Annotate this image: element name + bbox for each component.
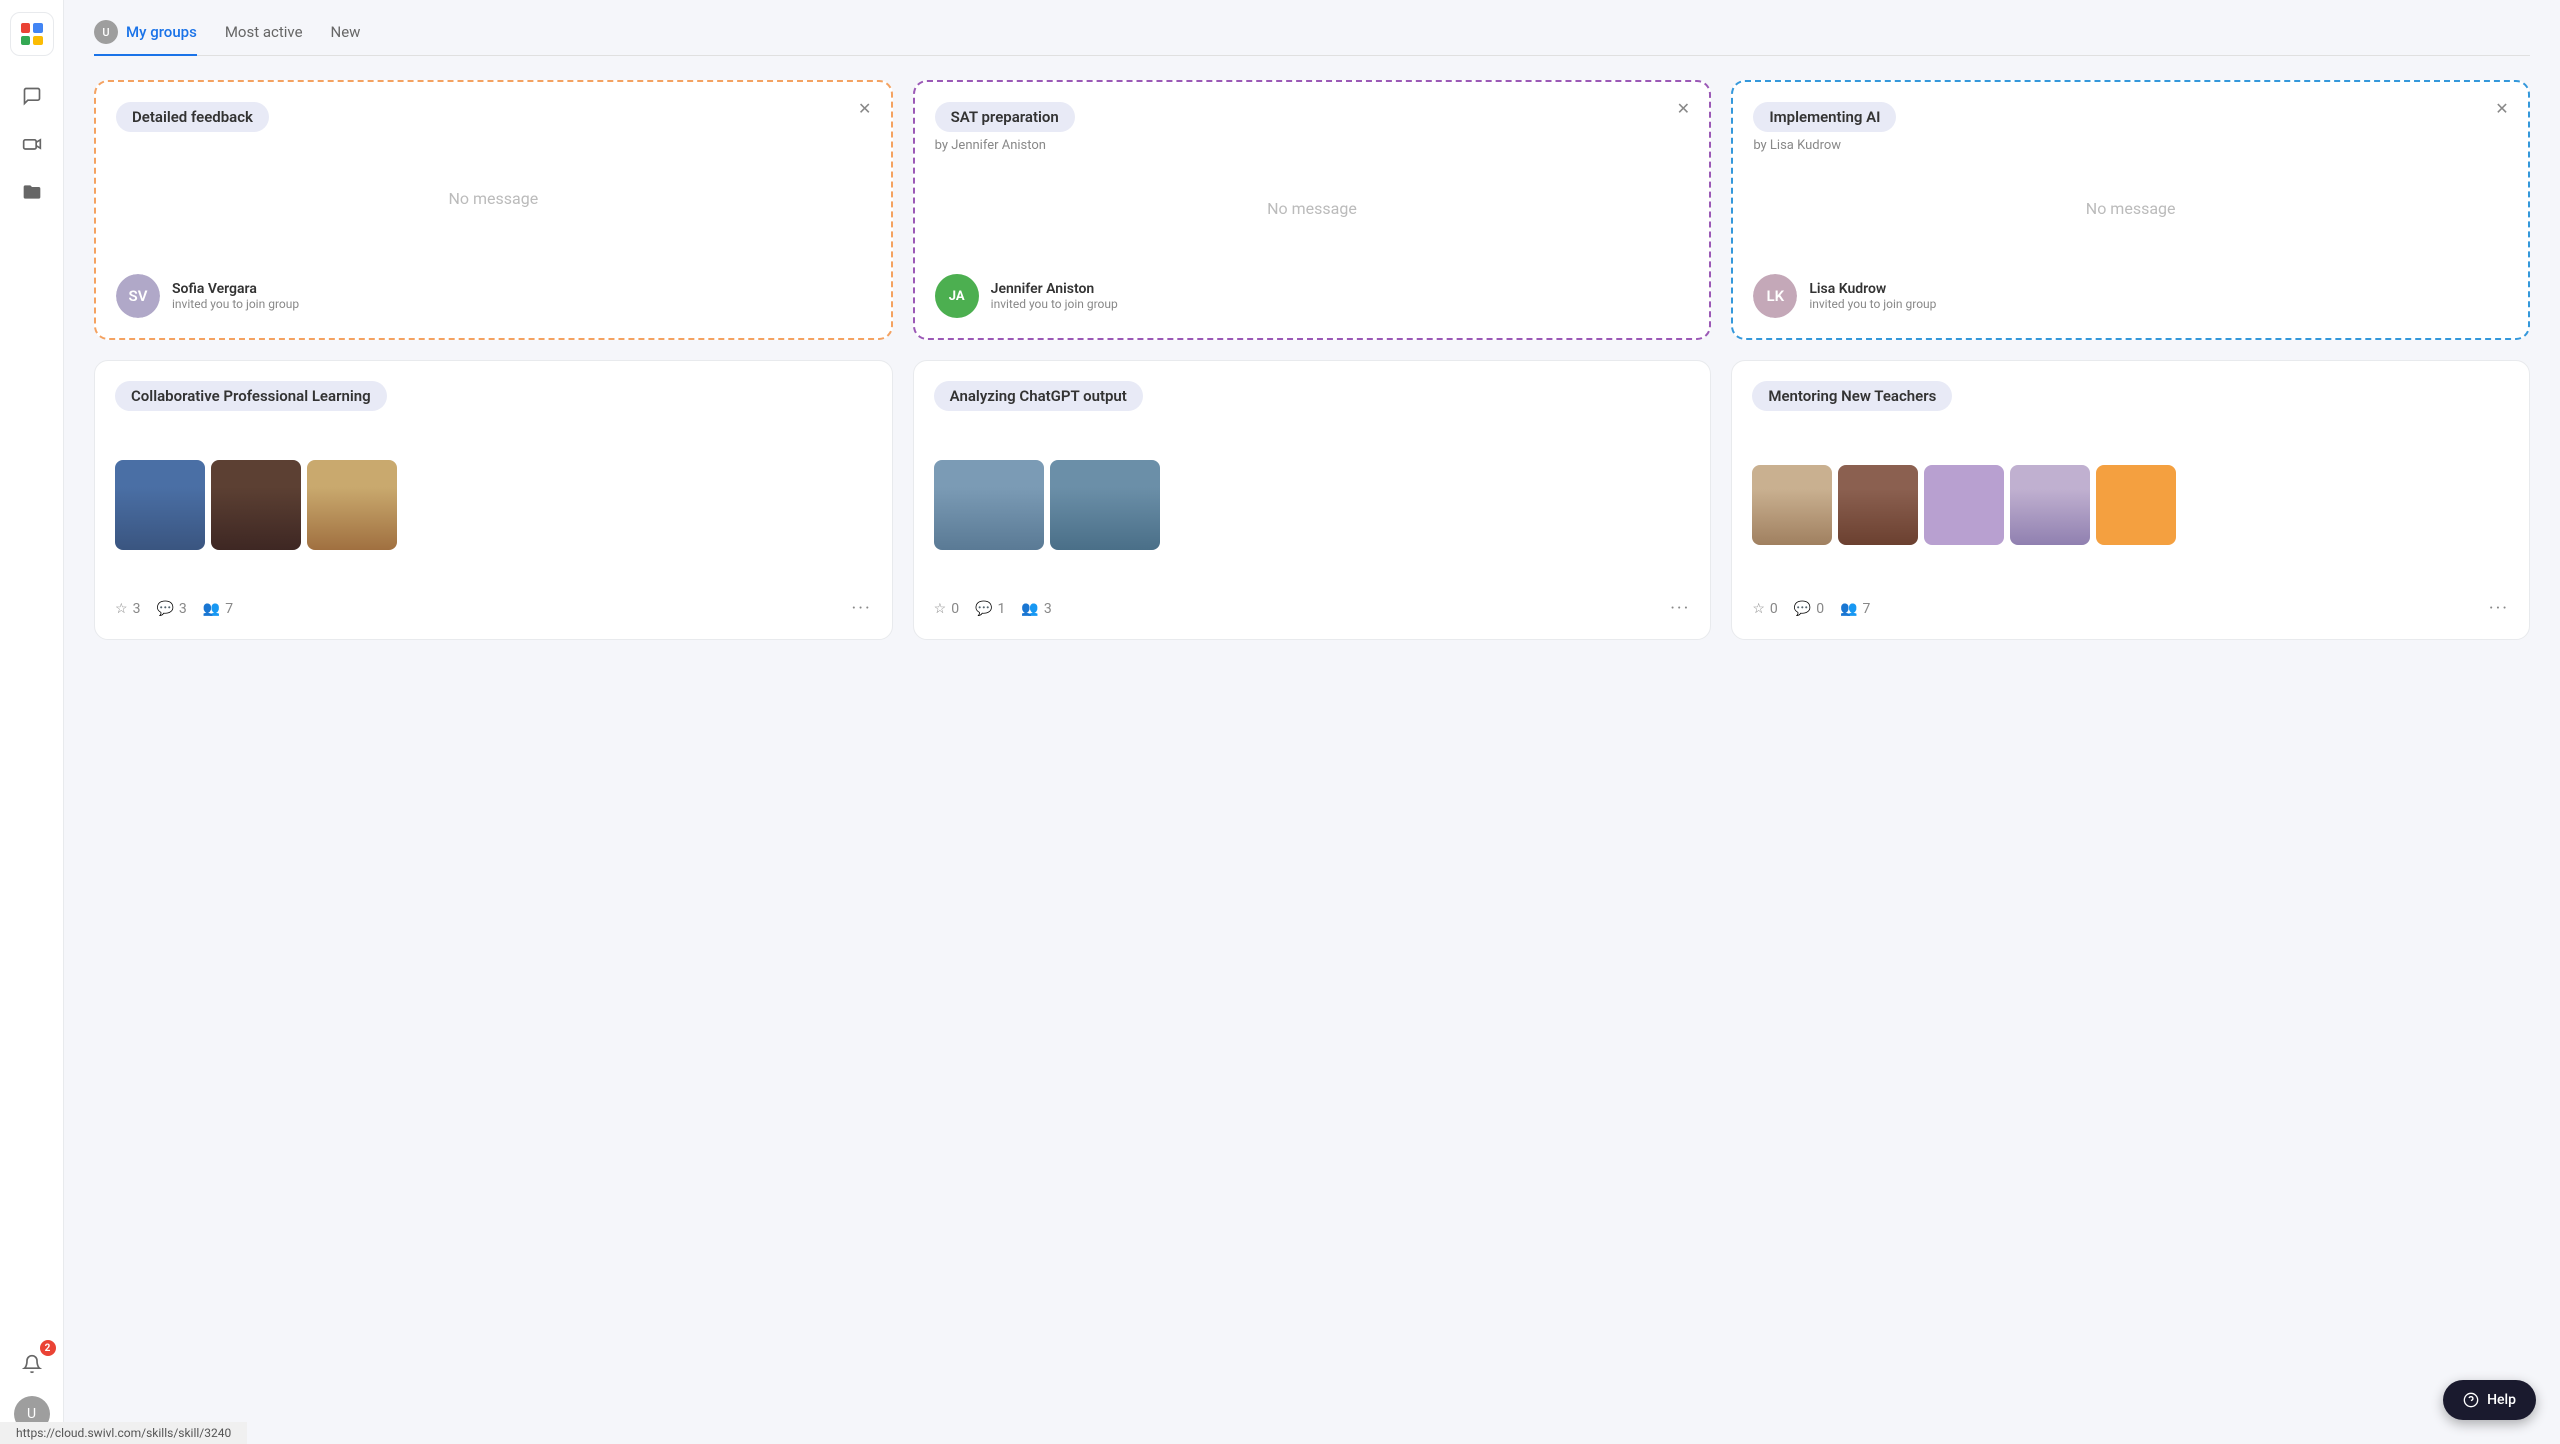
close-sat-preparation[interactable]: ✕ <box>1671 96 1695 120</box>
main-content: U My groups Most active New ✕ Detailed f… <box>64 0 2560 1444</box>
members-stat: 👥 7 <box>1840 601 1870 617</box>
members-stat: 👥 3 <box>1021 601 1051 617</box>
member-photo-3 <box>307 460 397 550</box>
sidebar: 2 U <box>0 0 64 1444</box>
more-options-button[interactable]: ··· <box>852 598 872 619</box>
member-photo-1 <box>115 460 205 550</box>
group-title: Collaborative Professional Learning <box>115 381 387 411</box>
help-label: Help <box>2487 1392 2516 1408</box>
member-photo-2 <box>1050 460 1160 550</box>
member-photos <box>1752 431 2509 578</box>
comment-icon: 💬 <box>975 601 992 617</box>
comments-stat: 💬 0 <box>1794 601 1824 617</box>
inviter-name: Lisa Kudrow <box>1809 281 1936 297</box>
card-stats: ☆ 0 💬 1 👥 3 ··· <box>934 598 1691 619</box>
inviter-info: SV Sofia Vergara invited you to join gro… <box>116 274 871 318</box>
card-title: Detailed feedback <box>116 102 269 132</box>
member-photo-1 <box>1752 465 1832 545</box>
member-photo-2 <box>211 460 301 550</box>
star-icon: ☆ <box>934 601 947 617</box>
inviter-info: LK Lisa Kudrow invited you to join group <box>1753 274 2508 318</box>
member-photo-purple <box>1924 465 2004 545</box>
stars-count: 0 <box>1770 601 1778 617</box>
members-count: 7 <box>225 601 233 617</box>
members-count: 7 <box>1863 601 1871 617</box>
group-cards-row: Collaborative Professional Learning ☆ 3 … <box>94 360 2530 640</box>
stars-count: 0 <box>951 601 959 617</box>
inviter-avatar: SV <box>116 274 160 318</box>
stars-count: 3 <box>133 601 141 617</box>
more-options-button[interactable]: ··· <box>1670 598 1690 619</box>
card-implementing-ai: ✕ Implementing AI by Lisa Kudrow No mess… <box>1731 80 2530 340</box>
inviter-avatar-lk: LK <box>1753 274 1797 318</box>
comment-icon: 💬 <box>156 601 173 617</box>
group-title: Analyzing ChatGPT output <box>934 381 1143 411</box>
group-title: Mentoring New Teachers <box>1752 381 1952 411</box>
star-icon: ☆ <box>115 601 128 617</box>
status-bar: https://cloud.swivl.com/skills/skill/324… <box>0 1422 247 1444</box>
member-photos <box>115 431 872 578</box>
tab-my-groups[interactable]: U My groups <box>94 20 197 56</box>
members-count: 3 <box>1044 601 1052 617</box>
card-mentoring-new-teachers[interactable]: Mentoring New Teachers ☆ 0 💬 0 👥 <box>1731 360 2530 640</box>
member-photos <box>934 431 1691 578</box>
app-logo[interactable] <box>10 12 54 56</box>
member-photo-1 <box>934 460 1044 550</box>
member-photo-2 <box>1838 465 1918 545</box>
comments-stat: 💬 1 <box>975 601 1005 617</box>
close-implementing-ai[interactable]: ✕ <box>2490 96 2514 120</box>
inviter-subtitle: invited you to join group <box>172 297 299 311</box>
help-button[interactable]: Help <box>2443 1380 2536 1420</box>
no-message-label: No message <box>116 132 871 264</box>
stars-stat: ☆ 0 <box>1752 601 1777 617</box>
status-url: https://cloud.swivl.com/skills/skill/324… <box>16 1426 231 1440</box>
tab-most-active[interactable]: Most active <box>225 23 303 53</box>
inviter-subtitle: invited you to join group <box>1809 297 1936 311</box>
no-message-label: No message <box>935 153 1690 264</box>
star-icon: ☆ <box>1752 601 1765 617</box>
inviter-name: Sofia Vergara <box>172 281 299 297</box>
card-subtitle: by Lisa Kudrow <box>1753 138 2508 153</box>
notification-count: 2 <box>40 1340 56 1356</box>
card-sat-preparation: ✕ SAT preparation by Jennifer Aniston No… <box>913 80 1712 340</box>
more-options-button[interactable]: ··· <box>2489 598 2509 619</box>
comment-icon: 💬 <box>1794 601 1811 617</box>
inviter-name: Jennifer Aniston <box>991 281 1118 297</box>
tabs-bar: U My groups Most active New <box>94 20 2530 56</box>
comments-stat: 💬 3 <box>156 601 186 617</box>
card-stats: ☆ 3 💬 3 👥 7 ··· <box>115 598 872 619</box>
inviter-avatar-ja: JA <box>935 274 979 318</box>
invite-cards-row: ✕ Detailed feedback No message SV Sofia … <box>94 80 2530 340</box>
card-subtitle: by Jennifer Aniston <box>935 138 1690 153</box>
member-photo-orange <box>2096 465 2176 545</box>
members-icon: 👥 <box>1840 601 1857 617</box>
close-detailed-feedback[interactable]: ✕ <box>853 96 877 120</box>
folder-icon[interactable] <box>12 172 52 212</box>
card-title: SAT preparation <box>935 102 1075 132</box>
comments-count: 1 <box>998 601 1006 617</box>
member-photo-3 <box>2010 465 2090 545</box>
card-analyzing-chatgpt[interactable]: Analyzing ChatGPT output ☆ 0 💬 1 👥 3 <box>913 360 1712 640</box>
members-icon: 👥 <box>203 601 220 617</box>
card-title: Implementing AI <box>1753 102 1896 132</box>
members-stat: 👥 7 <box>203 601 233 617</box>
notification-bell[interactable]: 2 <box>12 1344 52 1384</box>
inviter-info: JA Jennifer Aniston invited you to join … <box>935 274 1690 318</box>
video-icon[interactable] <box>12 124 52 164</box>
stars-stat: ☆ 0 <box>934 601 959 617</box>
no-message-label: No message <box>1753 153 2508 264</box>
members-icon: 👥 <box>1021 601 1038 617</box>
card-stats: ☆ 0 💬 0 👥 7 ··· <box>1752 598 2509 619</box>
comments-count: 3 <box>179 601 187 617</box>
tab-new[interactable]: New <box>331 23 361 53</box>
card-detailed-feedback: ✕ Detailed feedback No message SV Sofia … <box>94 80 893 340</box>
chat-icon[interactable] <box>12 76 52 116</box>
comments-count: 0 <box>1816 601 1824 617</box>
stars-stat: ☆ 3 <box>115 601 140 617</box>
card-collaborative-learning[interactable]: Collaborative Professional Learning ☆ 3 … <box>94 360 893 640</box>
inviter-subtitle: invited you to join group <box>991 297 1118 311</box>
